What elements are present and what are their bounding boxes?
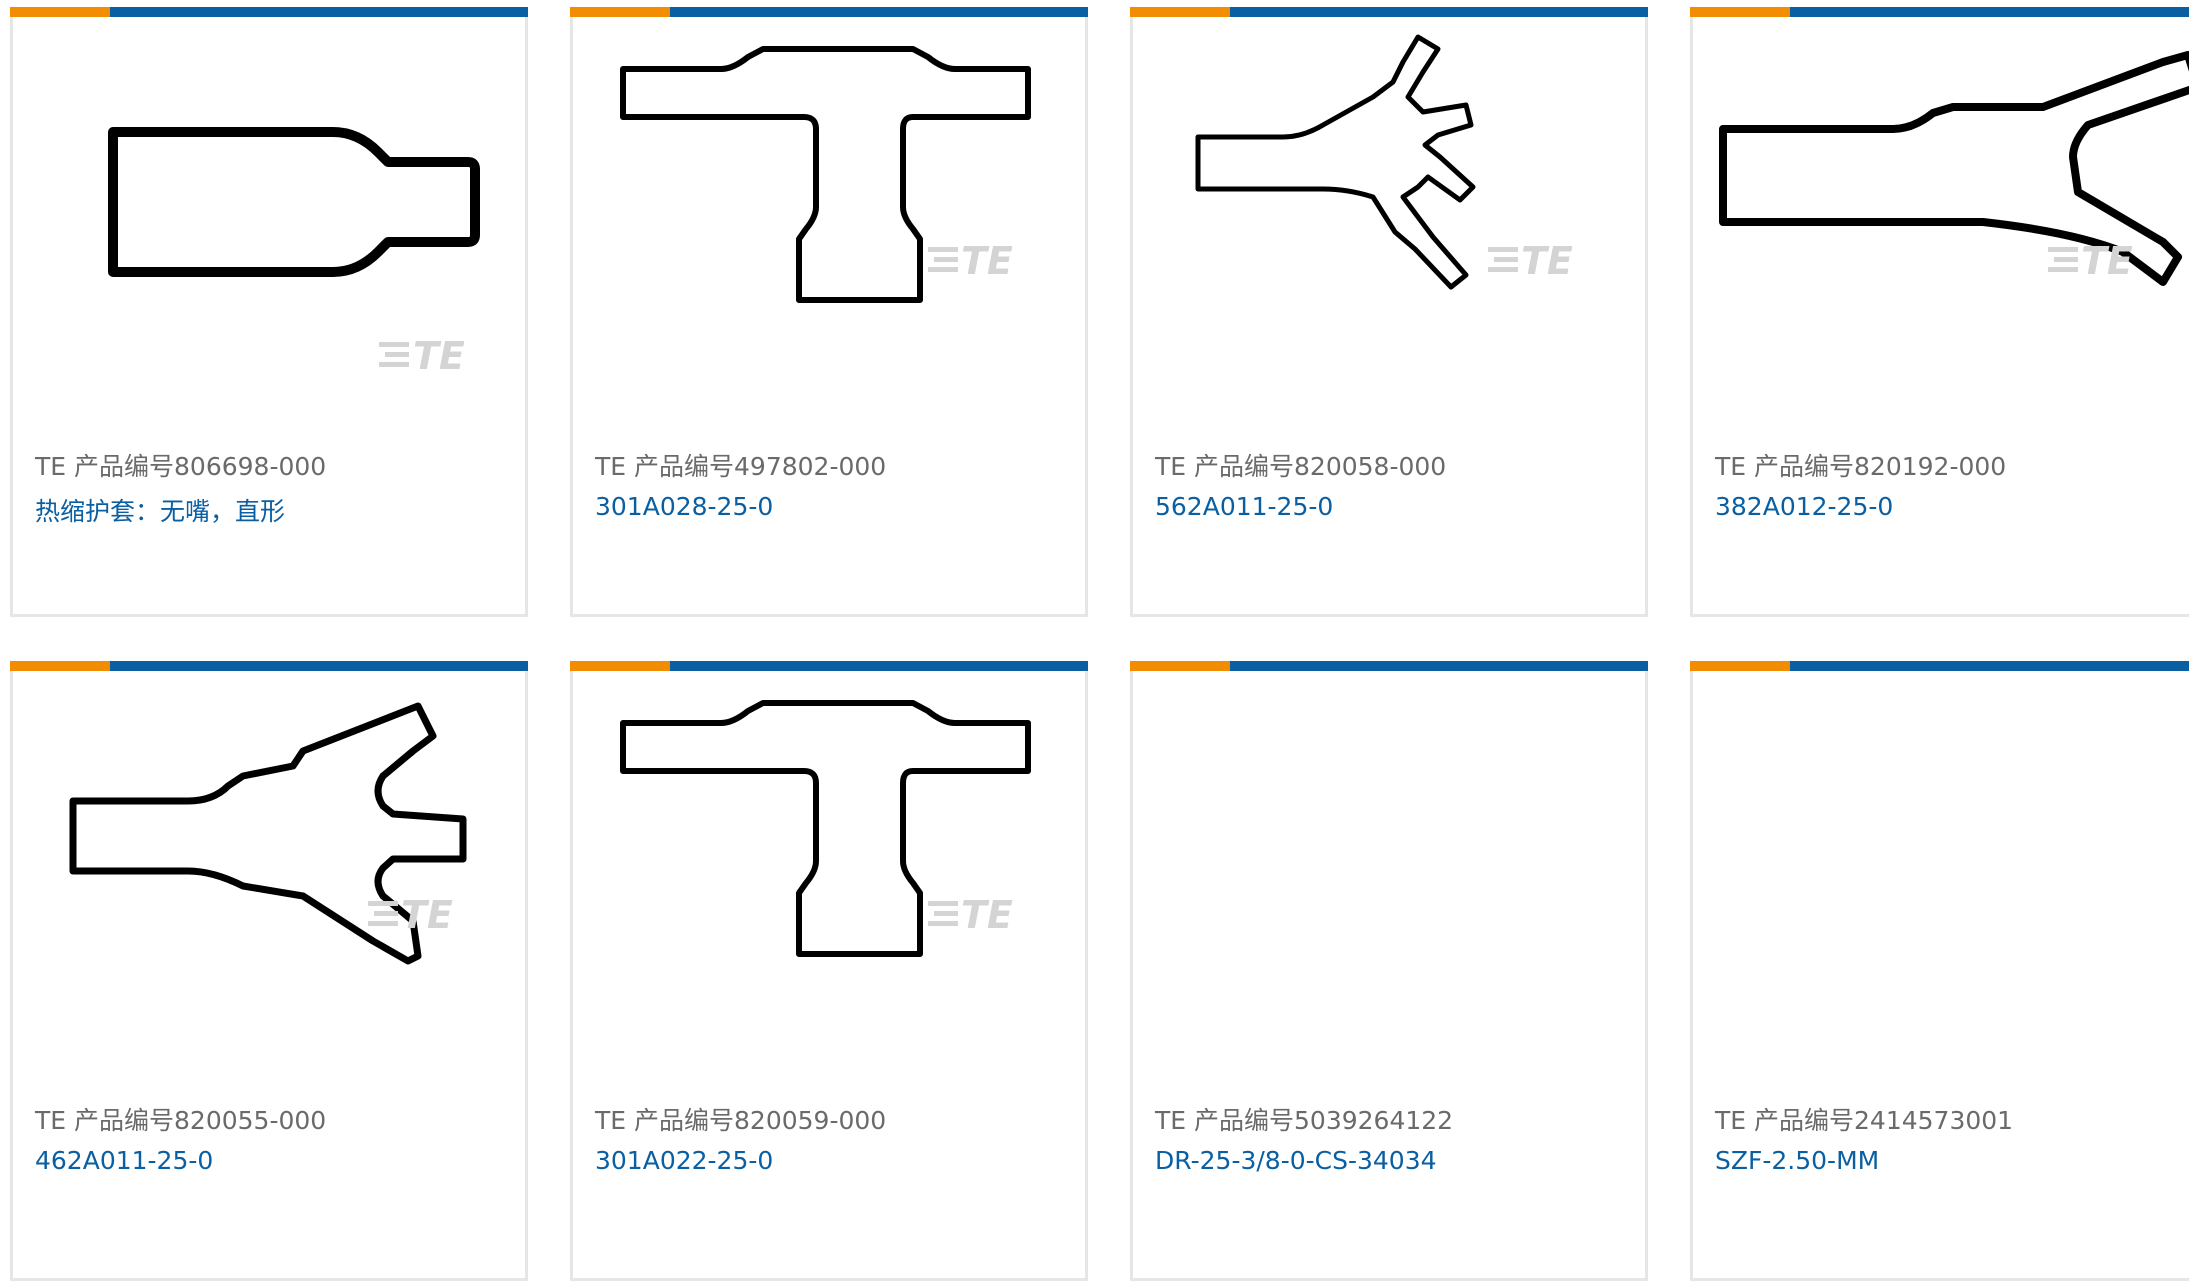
part-number: TE 产品编号820059-000	[595, 1106, 887, 1135]
product-image-empty	[1133, 671, 1645, 1051]
te-watermark-icon: TE	[1488, 239, 1573, 283]
card-accent-bar	[1690, 7, 2189, 17]
product-card[interactable]: TE 产品编号5039264122 DR-25-3/8-0-CS-34034	[1130, 661, 1648, 1281]
product-card[interactable]: TE TE 产品编号820058-000 562A011-25-0	[1130, 7, 1648, 617]
product-description-link[interactable]: DR-25-3/8-0-CS-34034	[1155, 1146, 1437, 1175]
card-accent-bar	[1690, 661, 2189, 671]
product-card[interactable]: TE TE 产品编号820192-000 382A012-25-0	[1690, 7, 2189, 617]
product-card[interactable]: TE TE 产品编号497802-000 301A028-25-0	[570, 7, 1088, 617]
te-watermark-icon: TE	[928, 893, 1013, 937]
product-image-empty	[1693, 671, 2189, 1051]
product-description-link[interactable]: 562A011-25-0	[1155, 492, 1333, 521]
tee-boot-icon: TE	[620, 700, 1031, 957]
card-accent-bar	[10, 661, 528, 671]
product-description-link[interactable]: 462A011-25-0	[35, 1146, 213, 1175]
product-image[interactable]: TE	[13, 671, 525, 1051]
svg-text:TE: TE	[1521, 239, 1573, 283]
svg-text:TE: TE	[2081, 239, 2133, 283]
te-watermark-icon: TE	[368, 893, 453, 937]
svg-text:TE: TE	[961, 893, 1013, 937]
y-boot-icon: TE	[1719, 51, 2189, 286]
svg-text:TE: TE	[961, 239, 1013, 283]
product-image[interactable]: TE	[13, 17, 525, 397]
product-description-link[interactable]: 热缩护套：无嘴，直形	[35, 492, 285, 528]
tee-boot-icon: TE	[620, 46, 1031, 303]
product-image[interactable]: TE	[573, 17, 1085, 397]
four-way-boot-icon: TE	[1195, 34, 1573, 290]
product-image[interactable]: TE	[1693, 17, 2189, 397]
product-card[interactable]: TE 产品编号2414573001 SZF-2.50-MM	[1690, 661, 2189, 1281]
part-number: TE 产品编号2414573001	[1715, 1106, 2014, 1135]
product-description-link[interactable]: 382A012-25-0	[1715, 492, 1893, 521]
product-description-link[interactable]: 301A028-25-0	[595, 492, 773, 521]
product-card[interactable]: TE TE 产品编号820055-000 462A011-25-0	[10, 661, 528, 1281]
card-accent-bar	[570, 661, 1088, 671]
te-watermark-icon: TE	[928, 239, 1013, 283]
product-card[interactable]: TE TE 产品编号806698-000 热缩护套：无嘴，直形	[10, 7, 528, 617]
part-number: TE 产品编号5039264122	[1155, 1106, 1454, 1135]
product-description-link[interactable]: 301A022-25-0	[595, 1146, 773, 1175]
three-way-boot-icon: TE	[69, 702, 467, 965]
te-watermark-icon: TE	[379, 334, 465, 378]
card-accent-bar	[1130, 661, 1648, 671]
part-number: TE 产品编号497802-000	[595, 452, 887, 481]
svg-text:TE: TE	[413, 334, 465, 378]
product-card[interactable]: TE TE 产品编号820059-000 301A022-25-0	[570, 661, 1088, 1281]
te-watermark-icon: TE	[2048, 239, 2133, 283]
product-image[interactable]: TE	[573, 671, 1085, 1051]
straight-boot-icon: TE	[108, 127, 480, 378]
part-number: TE 产品编号806698-000	[35, 452, 327, 481]
part-number: TE 产品编号820192-000	[1715, 452, 2007, 481]
svg-text:TE: TE	[401, 893, 453, 937]
card-accent-bar	[570, 7, 1088, 17]
card-accent-bar	[10, 7, 528, 17]
part-number: TE 产品编号820055-000	[35, 1106, 327, 1135]
product-image[interactable]: TE	[1133, 17, 1645, 397]
product-description-link[interactable]: SZF-2.50-MM	[1715, 1146, 1879, 1175]
part-number: TE 产品编号820058-000	[1155, 452, 1447, 481]
card-accent-bar	[1130, 7, 1648, 17]
